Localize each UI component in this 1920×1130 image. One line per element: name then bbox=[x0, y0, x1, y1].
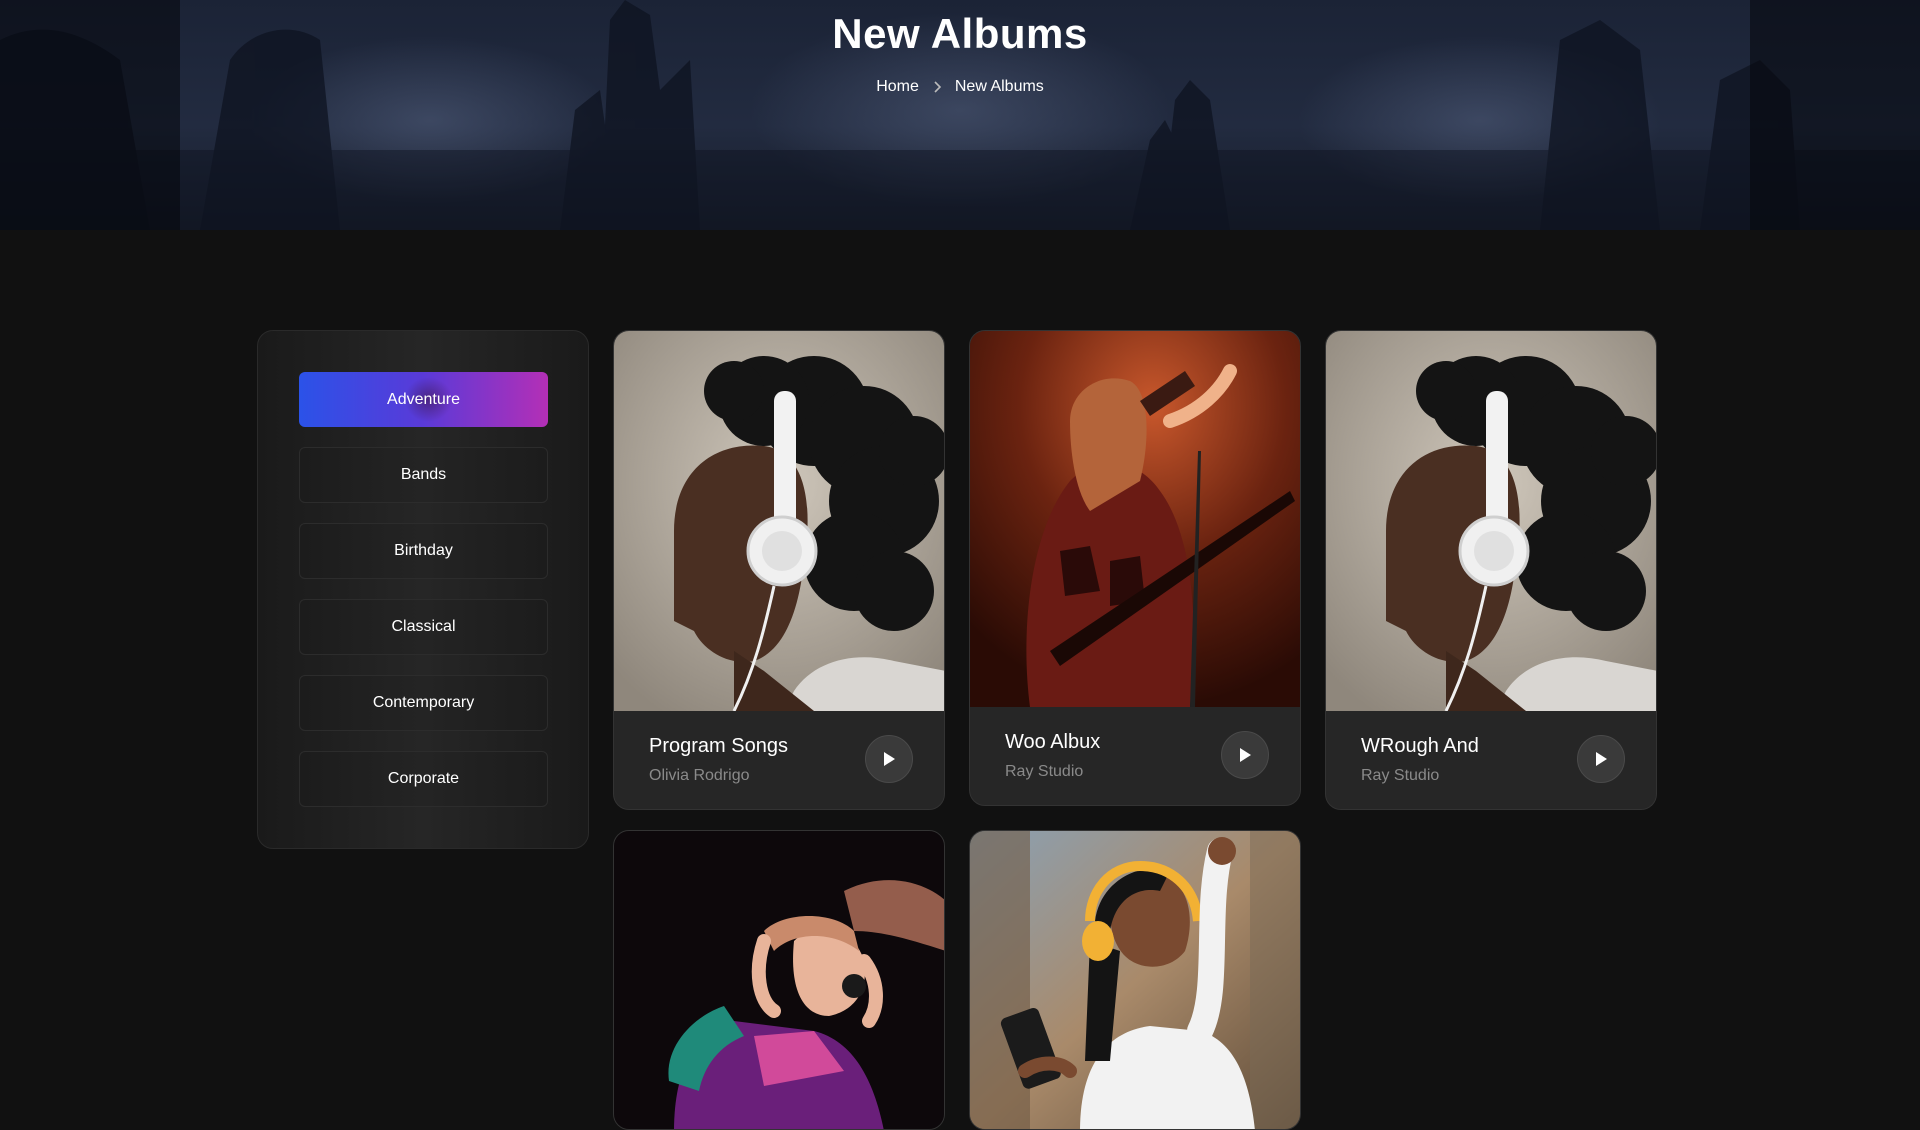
album-card[interactable]: Woo Albux Ray Studio bbox=[969, 330, 1301, 806]
album-card[interactable]: Program Songs Olivia Rodrigo bbox=[613, 330, 945, 810]
hero-banner: New Albums Home New Albums bbox=[0, 0, 1920, 230]
play-icon bbox=[884, 752, 895, 766]
album-card[interactable] bbox=[969, 830, 1301, 1130]
play-button[interactable] bbox=[1221, 731, 1269, 779]
play-icon bbox=[1596, 752, 1607, 766]
breadcrumb: Home New Albums bbox=[0, 78, 1920, 96]
category-button-corporate[interactable]: Corporate bbox=[299, 751, 548, 807]
category-button-classical[interactable]: Classical bbox=[299, 599, 548, 655]
category-button-bands[interactable]: Bands bbox=[299, 447, 548, 503]
album-info: WRough And Ray Studio bbox=[1326, 711, 1656, 809]
album-cover-image bbox=[970, 831, 1300, 1129]
album-cover-image bbox=[614, 331, 944, 711]
play-icon bbox=[1240, 748, 1251, 762]
album-cover-image bbox=[614, 831, 944, 1129]
album-info: Program Songs Olivia Rodrigo bbox=[614, 711, 944, 809]
page-title: New Albums bbox=[832, 10, 1088, 57]
play-button[interactable] bbox=[865, 735, 913, 783]
category-button-contemporary[interactable]: Contemporary bbox=[299, 675, 548, 731]
category-button-adventure[interactable]: Adventure bbox=[299, 372, 548, 427]
album-cover-image bbox=[970, 331, 1300, 707]
album-info: Woo Albux Ray Studio bbox=[970, 707, 1300, 805]
album-card[interactable] bbox=[613, 830, 945, 1130]
play-button[interactable] bbox=[1577, 735, 1625, 783]
category-sidebar: Adventure Bands Birthday Classical Conte… bbox=[257, 330, 589, 849]
category-button-birthday[interactable]: Birthday bbox=[299, 523, 548, 579]
breadcrumb-home-link[interactable]: Home bbox=[876, 78, 919, 96]
album-cover-image bbox=[1326, 331, 1656, 711]
breadcrumb-current: New Albums bbox=[954, 78, 1044, 95]
album-card[interactable]: WRough And Ray Studio bbox=[1325, 330, 1657, 810]
chevron-right-icon bbox=[931, 81, 943, 93]
